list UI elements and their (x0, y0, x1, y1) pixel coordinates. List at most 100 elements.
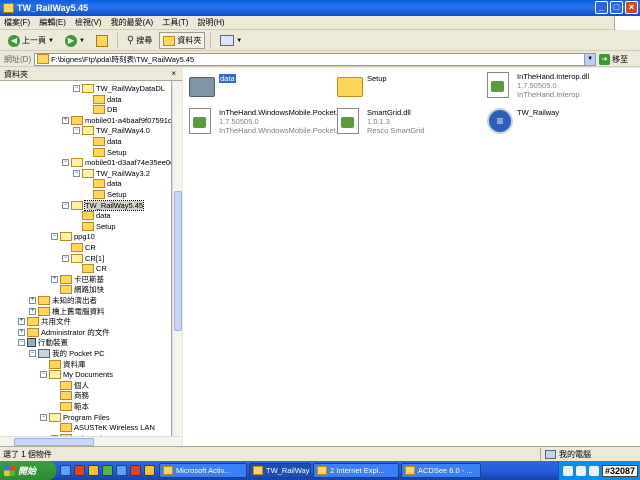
menu-edit[interactable]: 編輯(E) (39, 17, 66, 28)
tree-item[interactable]: − TW_RailWay4.0 (73, 125, 150, 136)
chevron-down-icon[interactable]: ▼ (48, 38, 54, 44)
tree-item[interactable]: + 橋上舊電腦資料 (29, 306, 105, 317)
scroll-thumb[interactable] (174, 191, 182, 331)
tree-item[interactable]: Setup (84, 147, 127, 158)
menu-help[interactable]: 說明(H) (197, 17, 224, 28)
forward-button[interactable]: ▶ ▼ (61, 32, 89, 49)
tree-item[interactable]: + 共用文件 (18, 316, 71, 327)
tree-item[interactable]: data (73, 210, 111, 221)
collapse-icon[interactable]: − (73, 169, 80, 177)
collapse-icon[interactable]: − (18, 339, 25, 347)
tree-item[interactable]: + mobile01-a4baaf9f07591d95 (62, 115, 171, 126)
tree-item[interactable]: + Administrator 的文件 (18, 327, 110, 338)
file-item[interactable]: ≡ TW_Railway (487, 108, 559, 134)
chevron-down-icon[interactable]: ▼ (236, 38, 242, 44)
tree-item[interactable]: − TW_RailWay5.45 (62, 199, 145, 211)
tree-item[interactable]: CR (73, 263, 107, 274)
menu-tools[interactable]: 工具(T) (162, 17, 188, 28)
tree-item[interactable]: − TW_RailWay3.2 (73, 168, 150, 179)
quick-launch-icon[interactable] (130, 465, 141, 476)
collapse-icon[interactable]: − (62, 201, 69, 209)
file-item[interactable]: InTheHand.Interop.dll 1.7.50505.0 InTheHan… (487, 72, 589, 99)
tree-horizontal-scrollbar[interactable] (0, 436, 182, 446)
collapse-icon[interactable]: − (73, 127, 80, 135)
close-pane-button[interactable]: × (171, 69, 176, 78)
taskbar-button[interactable]: 2 Internet Expl... (313, 463, 399, 478)
tree-item[interactable]: ASUSTeK Wireless LAN (51, 422, 155, 433)
expand-icon[interactable]: + (51, 275, 58, 283)
folder-icon (93, 179, 105, 189)
collapse-icon[interactable]: − (40, 371, 47, 379)
tree-item[interactable]: − Program Files (40, 412, 110, 423)
scroll-thumb[interactable] (14, 438, 94, 446)
search-button[interactable]: ⚲ 搜尋 (123, 32, 156, 49)
tree-item[interactable]: Setup (84, 189, 127, 200)
collapse-icon[interactable]: − (40, 413, 47, 421)
collapse-icon[interactable]: − (29, 350, 36, 357)
tree-item[interactable]: − 我的 Pocket PC (29, 348, 105, 359)
close-button[interactable]: × (625, 1, 638, 14)
file-name: Setup (367, 74, 387, 83)
expand-icon[interactable]: + (62, 116, 69, 124)
tree-item[interactable]: CR (62, 242, 96, 253)
up-button[interactable] (92, 32, 112, 49)
minimize-button[interactable]: _ (595, 1, 608, 14)
tree-item[interactable]: Setup (73, 221, 116, 232)
tree-item[interactable]: 網路加快 (51, 284, 104, 295)
collapse-icon[interactable]: − (62, 159, 69, 167)
start-button[interactable]: 開始 (0, 461, 56, 480)
tree-item[interactable]: 個人 (51, 380, 89, 391)
tree-item[interactable]: − mobile01-d3aaf74e35ee0eefc (62, 157, 171, 168)
tree-item[interactable]: − 行動裝置 (18, 337, 68, 348)
tree-vertical-scrollbar[interactable] (172, 81, 182, 436)
folder-tree[interactable]: − TW_RailWayDataDL data DB + mobile01-a4baaf9… (0, 81, 172, 436)
back-button[interactable]: ◀ 上一頁 ▼ (4, 32, 58, 49)
quick-launch-icon[interactable] (74, 465, 85, 476)
quick-launch-icon[interactable] (88, 465, 99, 476)
taskbar-button[interactable]: TW_RailWay5.45 (249, 463, 311, 478)
tree-item[interactable]: + 未知的演出者 (29, 295, 97, 306)
tree-item[interactable]: data (84, 178, 122, 189)
quick-launch-icon[interactable] (116, 465, 127, 476)
tray-icon[interactable] (562, 465, 573, 476)
maximize-button[interactable]: □ (610, 1, 623, 14)
tray-icon[interactable] (575, 465, 586, 476)
taskbar-button[interactable]: Microsoft Activ... (159, 463, 247, 478)
collapse-icon[interactable]: − (73, 85, 80, 92)
chevron-down-icon[interactable]: ▼ (584, 53, 596, 65)
quick-launch-icon[interactable] (60, 465, 71, 476)
tree-item[interactable]: data (84, 94, 122, 105)
quick-launch-icon[interactable] (144, 465, 155, 476)
file-item[interactable]: SmartGrid.dll 1.0.1.3 Resco SmartGrid (337, 108, 425, 135)
tree-item[interactable]: + 卡巴斯基 (51, 274, 104, 285)
views-button[interactable]: ▼ (216, 32, 246, 49)
taskbar-button[interactable]: ACDSee 6.0 - ... (401, 463, 481, 478)
tree-item[interactable]: DB (84, 104, 117, 115)
file-item[interactable]: Setup (337, 74, 387, 100)
tree-item[interactable]: − ppg10 (51, 231, 95, 242)
folders-button[interactable]: 資料夾 (159, 32, 206, 49)
tray-icon[interactable] (588, 465, 599, 476)
quick-launch-icon[interactable] (102, 465, 113, 476)
collapse-icon[interactable]: − (62, 254, 69, 262)
tree-item[interactable]: 商務 (51, 390, 89, 401)
menu-favorites[interactable]: 我的最愛(A) (111, 17, 154, 28)
file-item[interactable]: data (189, 74, 236, 100)
collapse-icon[interactable]: − (51, 233, 58, 241)
tree-item[interactable]: − My Documents (40, 369, 113, 380)
tree-item[interactable]: − CR[1] (62, 253, 104, 264)
expand-icon[interactable]: + (29, 297, 36, 304)
expand-icon[interactable]: + (18, 328, 25, 336)
address-input[interactable]: F:\bignes\Ftp\pda\時刻表\TW_RailWay5.45 ▼ (34, 52, 597, 66)
file-item[interactable]: InTheHand.WindowsMobile.Pocket... 1.7.505… (189, 108, 342, 135)
expand-icon[interactable]: + (29, 307, 36, 315)
tree-item[interactable]: 範本 (51, 401, 89, 412)
tree-item[interactable]: data (84, 136, 122, 147)
tree-item[interactable]: 資料庫 (40, 359, 86, 370)
menu-file[interactable]: 檔案(F) (4, 17, 30, 28)
go-button[interactable]: ➜ 移至 (599, 53, 628, 65)
chevron-down-icon[interactable]: ▼ (79, 38, 85, 44)
expand-icon[interactable]: + (18, 318, 25, 326)
menu-view[interactable]: 檢視(V) (75, 17, 102, 28)
tree-item[interactable]: − TW_RailWayDataDL (73, 83, 165, 94)
